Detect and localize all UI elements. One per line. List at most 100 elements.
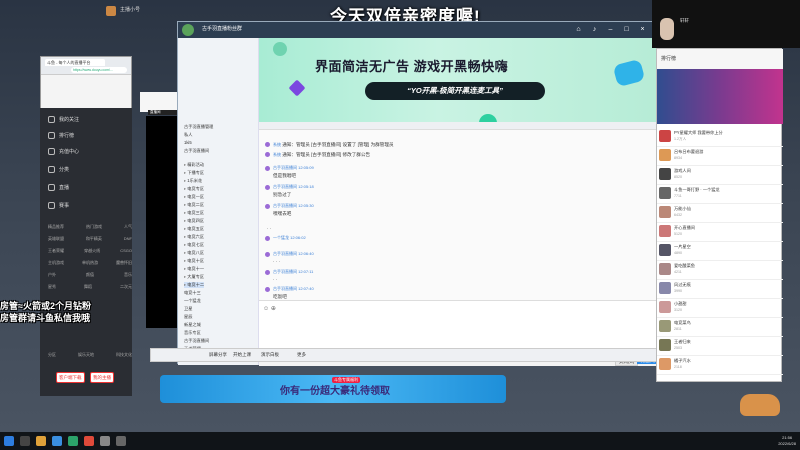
- nav-item-category[interactable]: 分类: [48, 166, 69, 173]
- message-avatar: [265, 142, 270, 147]
- category-row[interactable]: 户外 颜值 音乐: [48, 272, 132, 278]
- group-list-item[interactable]: 古手羽直播间: [184, 148, 209, 154]
- chat-message-header: 一个猛龙 12:06:02: [273, 235, 306, 240]
- group-list-item[interactable]: 下播专区: [184, 170, 204, 176]
- app-icon[interactable]: [116, 436, 126, 446]
- ranking-item[interactable]: 吕布吕布要退游 8934: [657, 146, 783, 166]
- notice-line: 房管群请斗鱼私信我哦: [0, 313, 91, 323]
- streamer-camera: 轩轩: [652, 0, 800, 48]
- ranking-item[interactable]: 万能小仙 6432: [657, 203, 783, 223]
- ranking-item[interactable]: 爱吃酸菜鱼 4211: [657, 260, 783, 280]
- message-avatar: [265, 185, 270, 190]
- app-icon[interactable]: [68, 436, 78, 446]
- group-list-item[interactable]: 古手羽直播管理: [184, 124, 213, 130]
- close-icon[interactable]: ×: [638, 25, 647, 34]
- ranking-item[interactable]: 一片星空 4890: [657, 241, 783, 261]
- ranking-item[interactable]: 橘子汽水 2118: [657, 355, 783, 375]
- app-icon[interactable]: [84, 436, 94, 446]
- group-list-item[interactable]: 1ki5: [184, 140, 192, 145]
- ranking-item[interactable]: 斗鱼一哥打野 · 一个猛龙 7711: [657, 184, 783, 204]
- group-list-item[interactable]: 电竞一区: [184, 194, 204, 200]
- group-list-item[interactable]: 电竞五区: [184, 226, 204, 232]
- download-client-button[interactable]: 客户端下载: [56, 372, 85, 383]
- nav-item-live[interactable]: 直播: [48, 184, 69, 191]
- category-row[interactable]: 星秀 舞蹈 二次元: [48, 284, 132, 290]
- group-list-item[interactable]: 电竞十区: [184, 258, 204, 264]
- dock-item[interactable]: 屏幕分享: [209, 352, 227, 358]
- group-list-item[interactable]: 古手羽直播间: [184, 338, 209, 344]
- video-player[interactable]: [146, 116, 179, 328]
- minimize-icon[interactable]: –: [606, 25, 615, 34]
- ranking-item[interactable]: 王者归来 2503: [657, 336, 783, 356]
- ad-banner[interactable]: 界面简洁无广告 游戏开黑畅快嗨 “YO开黑-极简开黑连麦工具”: [259, 38, 658, 122]
- nav-item-recharge[interactable]: 充值中心: [48, 148, 79, 155]
- account-avatar: [106, 6, 116, 16]
- group-list-item[interactable]: 精彩活动: [184, 162, 204, 168]
- ad-slogan: “YO开黑-极简开黑连麦工具”: [365, 82, 545, 100]
- coin-icon: [48, 148, 55, 155]
- emoji-icon[interactable]: ☺: [263, 306, 269, 312]
- maximize-icon[interactable]: □: [622, 25, 631, 34]
- input-toolbar: ☺ ⊕: [263, 305, 276, 312]
- ranking-item[interactable]: 电竞菜鸟 2811: [657, 317, 783, 337]
- promo-banner[interactable]: 斗鱼专属福利 你有一份超大豪礼待领取: [160, 375, 506, 403]
- system-clock[interactable]: 21:56 2022/6/28: [778, 435, 796, 446]
- category-row[interactable]: 英雄联盟 和平精英 DNF: [48, 236, 132, 242]
- group-list-item[interactable]: 音乐专区: [184, 330, 201, 336]
- address-bar[interactable]: https://www.douyu.com/...: [71, 67, 127, 73]
- nav-item-follow[interactable]: 我的关注: [48, 116, 79, 123]
- group-list-item[interactable]: 电竞七区: [184, 242, 204, 248]
- app-icon[interactable]: [52, 436, 62, 446]
- ranking-thumb: [659, 263, 671, 275]
- group-list-item[interactable]: 电竞三区: [184, 210, 204, 216]
- chat-message-header: 古手羽直播间 12:06:40: [273, 251, 314, 256]
- group-list-item[interactable]: 电竞六区: [184, 234, 204, 240]
- group-avatar[interactable]: [182, 24, 194, 36]
- nav-item-rank[interactable]: 排行榜: [48, 132, 74, 139]
- category-row[interactable]: 精品推荐 热门游戏 人气: [48, 224, 132, 230]
- group-list-item[interactable]: 电竞八区: [184, 250, 204, 256]
- app-icon[interactable]: [100, 436, 110, 446]
- group-list-item[interactable]: 电竞专区: [184, 186, 204, 192]
- group-list-item[interactable]: 星辰: [184, 314, 192, 320]
- search-icon[interactable]: [20, 436, 30, 446]
- group-list-item[interactable]: 私人: [184, 132, 192, 138]
- my-streamer-button[interactable]: 我的主播: [90, 372, 114, 383]
- ad-title: 界面简洁无广告 游戏开黑畅快嗨: [315, 59, 509, 74]
- ranking-item[interactable]: 游戏人间 8520: [657, 165, 783, 185]
- chat-message: 别急过了: [273, 192, 292, 197]
- dock-item[interactable]: 开始上课: [233, 352, 251, 358]
- group-list-item[interactable]: 1乐米花: [184, 178, 202, 184]
- ranking-item[interactable]: 开心直播间 5120: [657, 222, 783, 242]
- app-icon[interactable]: [36, 436, 46, 446]
- bell-icon[interactable]: ♪: [590, 25, 599, 34]
- group-list-item[interactable]: 新星之城: [184, 322, 201, 328]
- ranking-sub: 5120: [674, 232, 682, 236]
- group-list-item[interactable]: 电竞二区: [184, 202, 204, 208]
- group-list-item[interactable]: 卫星: [184, 306, 192, 312]
- dock-item[interactable]: 更多: [297, 352, 306, 358]
- decor-dot: [479, 114, 497, 122]
- group-list-item[interactable]: 电竞十一: [184, 266, 204, 272]
- category-row[interactable]: 王者荣耀 穿越火线 CSGO: [48, 248, 132, 254]
- attach-icon[interactable]: ⊕: [271, 306, 276, 312]
- start-icon[interactable]: [4, 436, 14, 446]
- group-list-item-selected[interactable]: 电竞十二: [184, 282, 205, 288]
- ranking-banner[interactable]: [657, 69, 783, 124]
- dock-item[interactable]: 演示白板: [261, 352, 279, 358]
- browser-tab[interactable]: 斗鱼 - 每个人的直播平台: [45, 59, 105, 66]
- ranking-name: 开心直播间: [674, 225, 695, 230]
- nav-item-match[interactable]: 赛事: [48, 202, 69, 209]
- ranking-item[interactable]: 小甜甜 3120: [657, 298, 783, 318]
- video-header: [140, 92, 182, 112]
- group-list-item[interactable]: 电竞十三: [184, 290, 201, 296]
- group-list-item[interactable]: 大厦专区: [184, 274, 204, 280]
- group-list-item[interactable]: 一个猛龙: [184, 298, 201, 304]
- clock-date: 2022/6/28: [778, 440, 796, 446]
- category-row[interactable]: 分区 娱乐天地 科技文化: [48, 352, 132, 358]
- group-list-item[interactable]: 电竞四区: [184, 218, 204, 224]
- ranking-item[interactable]: 风过无痕 3990: [657, 279, 783, 299]
- ranking-item[interactable]: PY星耀大师 我要带你上分 1.2万人: [657, 127, 783, 147]
- home-icon[interactable]: ⌂: [574, 25, 583, 34]
- category-row[interactable]: 主机游戏 单机热游 魔兽怀旧: [48, 260, 132, 266]
